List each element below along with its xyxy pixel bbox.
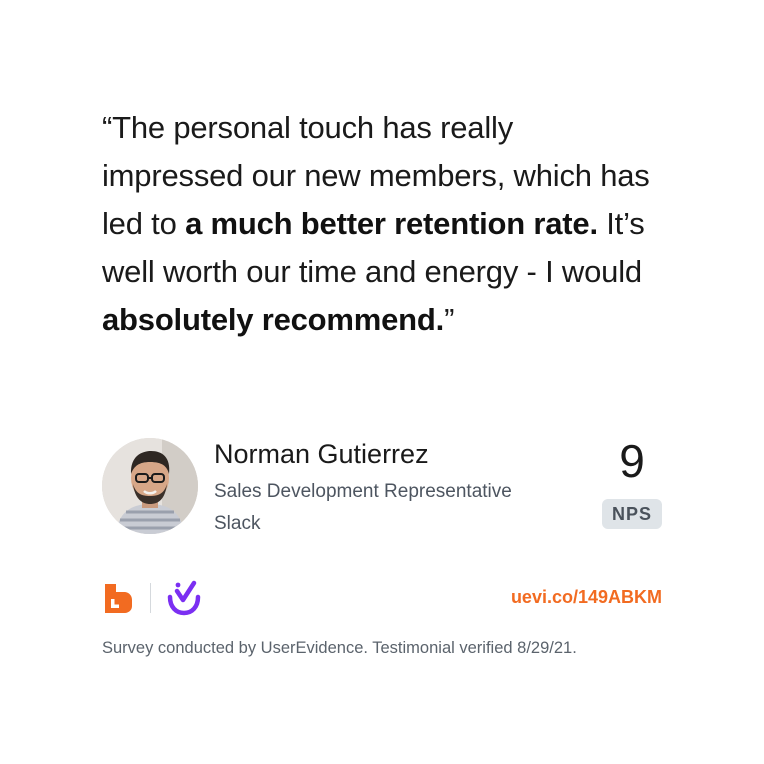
verification-footer: Survey conducted by UserEvidence. Testim… — [102, 639, 577, 657]
testimonial-quote: “The personal touch has really impressed… — [102, 104, 662, 344]
avatar-portrait-icon — [102, 438, 198, 534]
quote-bold-part2: absolutely recommend. — [102, 302, 445, 337]
avatar — [102, 438, 198, 534]
quote-bold-part1: a much better retention rate. — [185, 206, 598, 241]
quote-open-mark: “ — [102, 110, 113, 145]
reviewer-name: Norman Gutierrez — [214, 439, 429, 469]
logo-divider — [150, 583, 151, 613]
purple-check-logo-icon — [167, 580, 201, 616]
nps-badge: NPS — [602, 499, 662, 529]
reviewer-company: Slack — [214, 513, 261, 534]
logo-row: uevi.co/149ABKM — [102, 580, 662, 616]
reviewer-block: Norman Gutierrez Sales Development Repre… — [102, 436, 662, 536]
quote-close-mark: ” — [444, 302, 455, 337]
reviewer-role: Sales Development Representative — [214, 481, 512, 502]
testimonial-short-link[interactable]: uevi.co/149ABKM — [511, 587, 662, 608]
nps-score: 9 — [619, 435, 645, 487]
orange-b-logo-icon — [105, 584, 132, 613]
